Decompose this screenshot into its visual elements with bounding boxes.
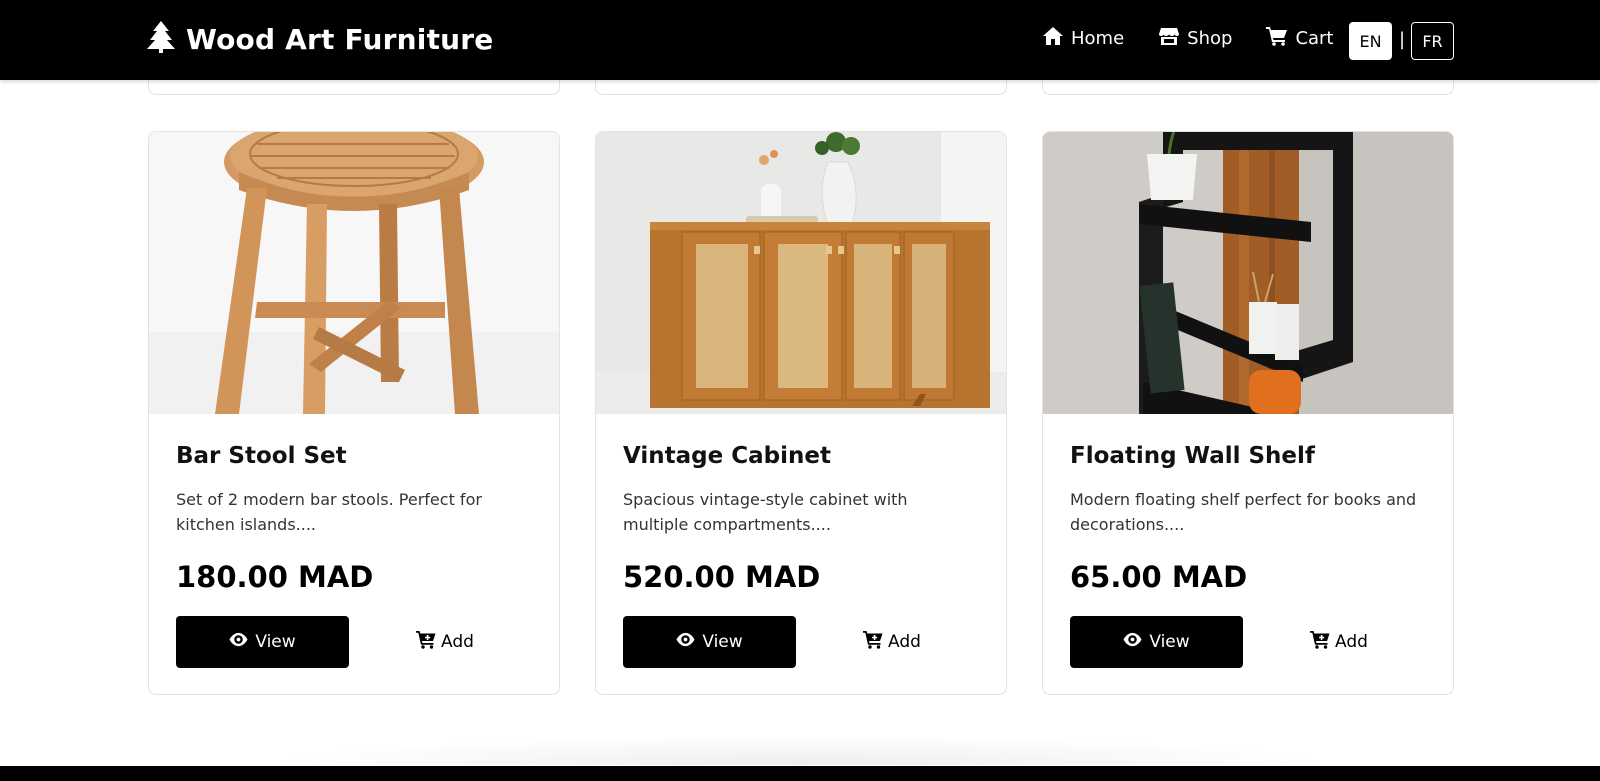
view-button-label: View [255, 632, 296, 652]
view-button-label: View [1149, 632, 1190, 652]
nav-cart-label: Cart [1295, 28, 1334, 49]
language-separator: | [1399, 29, 1406, 50]
product-card: Floating Wall Shelf Modern floating shel… [1042, 131, 1454, 695]
product-title: Vintage Cabinet [623, 443, 831, 469]
product-description: Set of 2 modern bar stools. Perfect for … [176, 490, 482, 534]
language-fr-button[interactable]: FR [1411, 22, 1454, 60]
product-price: 65.00 MAD [1070, 560, 1248, 594]
add-to-cart-button[interactable]: Add [863, 626, 921, 658]
view-button[interactable]: View [1070, 616, 1243, 668]
nav-home-label: Home [1071, 28, 1125, 49]
product-image[interactable] [1043, 132, 1453, 414]
nav-home-link[interactable]: Home [1042, 26, 1124, 51]
add-button-label: Add [888, 632, 921, 652]
add-to-cart-button[interactable]: Add [416, 626, 474, 658]
product-price: 180.00 MAD [176, 560, 374, 594]
tree-icon [146, 20, 176, 58]
brand-name: Wood Art Furniture [186, 22, 494, 56]
cart-plus-icon [863, 630, 883, 654]
product-image[interactable] [596, 132, 1006, 414]
cart-plus-icon [1310, 630, 1330, 654]
store-icon [1158, 26, 1180, 51]
eye-icon [1123, 630, 1142, 654]
footer-shadow [260, 735, 1340, 765]
product-description: Spacious vintage-style cabinet with mult… [623, 490, 908, 534]
footer [0, 766, 1600, 781]
cart-icon [1266, 26, 1288, 51]
home-icon [1042, 26, 1064, 51]
nav-cart-link[interactable]: Cart [1266, 26, 1334, 51]
eye-icon [229, 630, 248, 654]
navbar: Wood Art Furniture Home Shop Cart EN | F… [0, 0, 1600, 80]
cart-plus-icon [416, 630, 436, 654]
product-image[interactable] [149, 132, 559, 414]
language-en-button[interactable]: EN [1349, 22, 1392, 60]
product-card: Vintage Cabinet Spacious vintage-style c… [595, 131, 1007, 695]
product-price: 520.00 MAD [623, 560, 821, 594]
nav-shop-link[interactable]: Shop [1158, 26, 1232, 51]
eye-icon [676, 630, 695, 654]
brand-link[interactable]: Wood Art Furniture [146, 20, 494, 58]
product-title: Bar Stool Set [176, 443, 347, 469]
nav-shop-label: Shop [1187, 28, 1233, 49]
add-to-cart-button[interactable]: Add [1310, 626, 1368, 658]
view-button-label: View [702, 632, 743, 652]
add-button-label: Add [1335, 632, 1368, 652]
view-button[interactable]: View [623, 616, 796, 668]
add-button-label: Add [441, 632, 474, 652]
nav-links: Home Shop Cart [1042, 26, 1368, 51]
product-description: Modern floating shelf perfect for books … [1070, 490, 1417, 534]
product-title: Floating Wall Shelf [1070, 443, 1315, 469]
view-button[interactable]: View [176, 616, 349, 668]
product-card: Bar Stool Set Set of 2 modern bar stools… [148, 131, 560, 695]
